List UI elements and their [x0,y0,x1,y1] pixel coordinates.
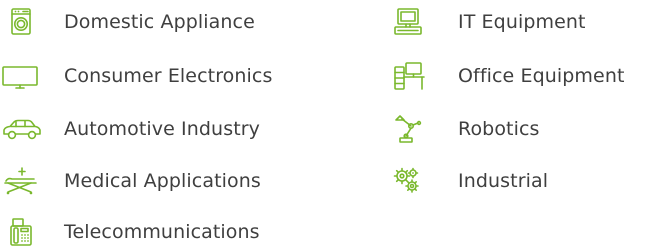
industry-label: Industrial [458,170,549,192]
industry-label: Office Equipment [458,65,625,87]
industry-item-medical-applications: Medical Applications [0,161,261,201]
industry-item-automotive-industry: Automotive Industry [0,109,260,149]
industry-label: Consumer Electronics [64,65,273,87]
industry-label: IT Equipment [458,11,586,33]
industry-label: Medical Applications [64,170,261,192]
tv-monitor-icon [0,60,50,92]
industry-label: Telecommunications [64,221,260,243]
industry-item-consumer-electronics: Consumer Electronics [0,56,272,96]
industry-item-domestic-appliance: Domestic Appliance [0,2,255,42]
medical-bed-icon [0,165,50,197]
office-desk-icon [392,60,442,92]
industry-item-robotics: Robotics [392,109,540,149]
computer-icon [392,6,442,38]
industry-label: Automotive Industry [64,118,261,140]
industry-label: Domestic Appliance [64,11,255,33]
gears-icon [392,165,442,197]
industry-item-telecommunications: Telecommunications [0,212,260,252]
fax-phone-icon [0,216,50,248]
washing-machine-icon [0,6,50,38]
industry-item-industrial: Industrial [392,161,548,201]
robot-arm-icon [392,113,442,145]
industry-item-it-equipment: IT Equipment [392,2,586,42]
industry-label: Robotics [458,118,540,140]
industry-item-office-equipment: Office Equipment [392,56,625,96]
car-icon [0,113,50,145]
